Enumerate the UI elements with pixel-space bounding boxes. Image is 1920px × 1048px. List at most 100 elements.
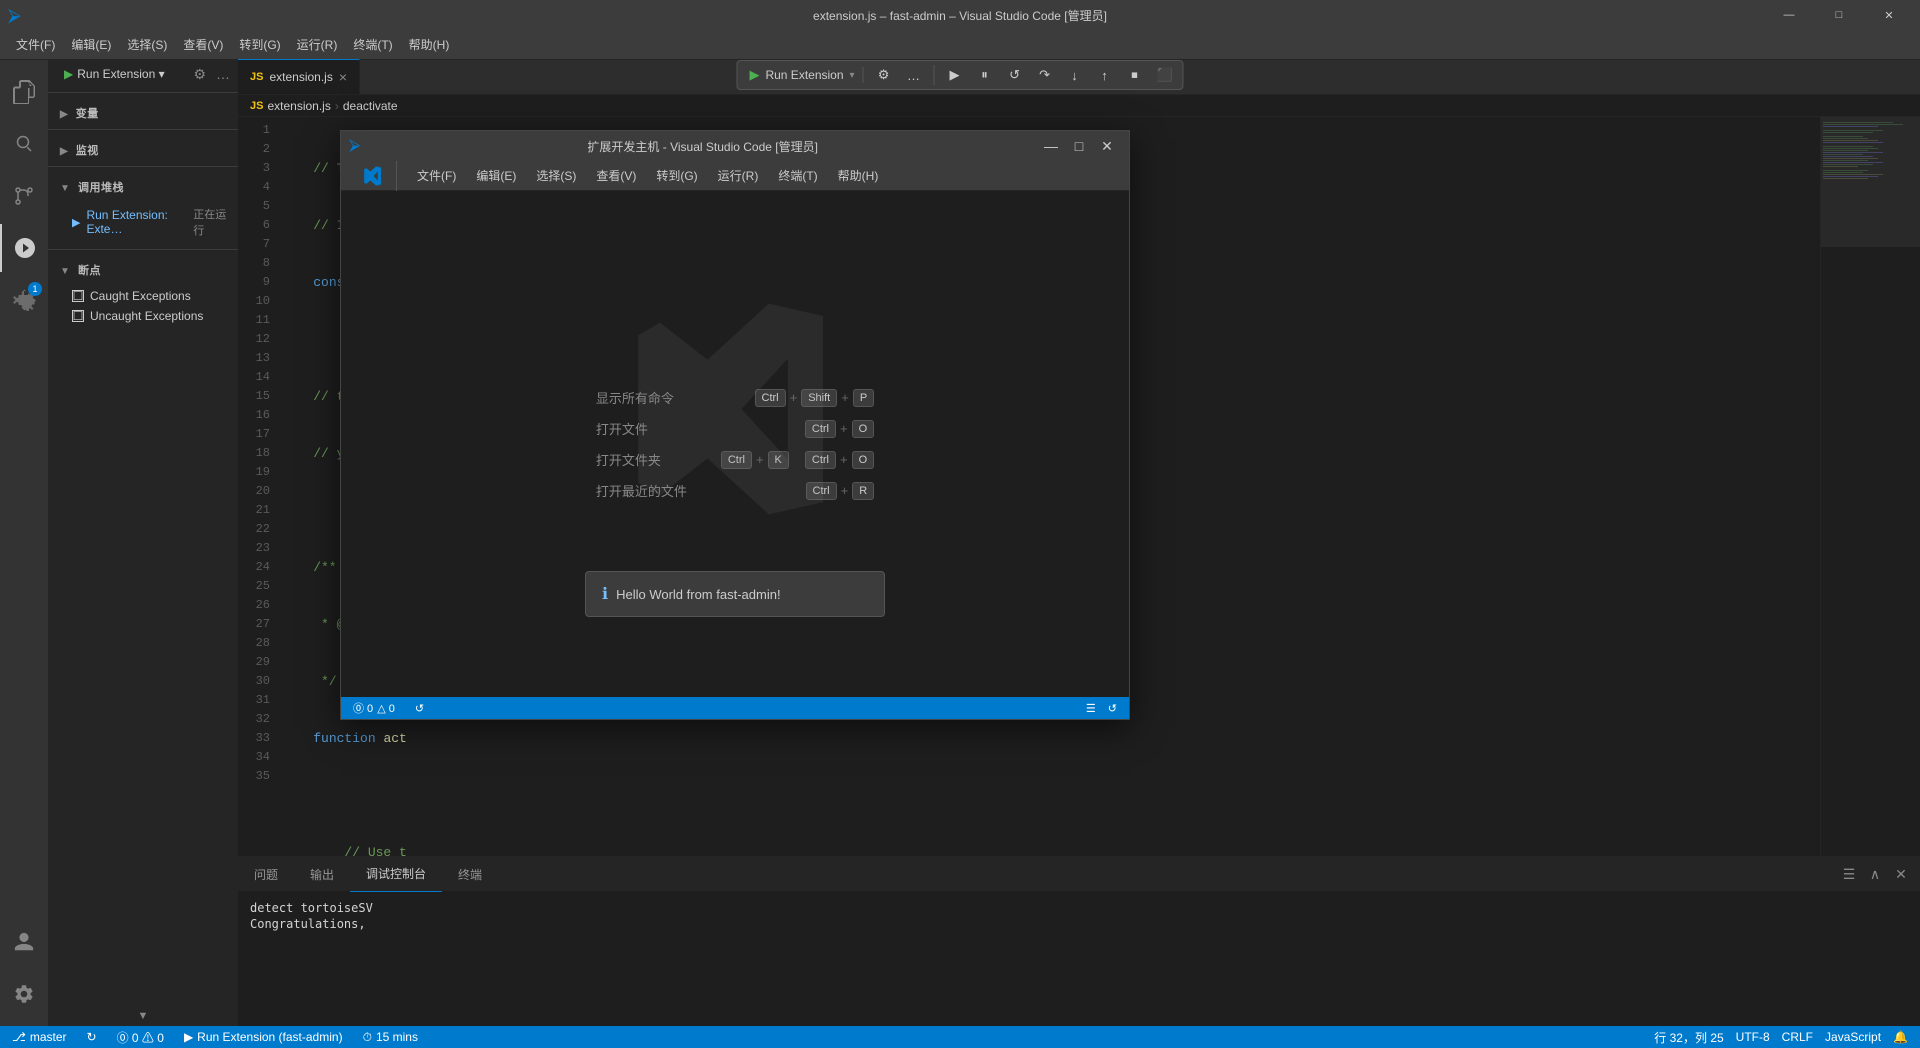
title-left: ⮚	[8, 5, 21, 26]
status-branch[interactable]: ⎇ master	[8, 1026, 71, 1048]
sidebar-scroll[interactable]: ▼	[48, 1006, 238, 1026]
time-label: 15 mins	[376, 1030, 418, 1044]
maximize-button[interactable]: □	[1816, 0, 1862, 30]
ext-warning-count: △ 0	[377, 702, 395, 715]
tab-close-button[interactable]: ×	[339, 69, 347, 85]
status-encoding[interactable]: UTF-8	[1732, 1026, 1774, 1048]
debug-continue-button[interactable]: ▶	[941, 63, 969, 87]
branch-name: master	[30, 1030, 67, 1044]
status-errors[interactable]: ⓪ 0 ⚠ 0	[113, 1026, 168, 1048]
divider-3	[48, 166, 238, 167]
activity-account[interactable]	[0, 918, 48, 966]
debug-stepover-button[interactable]: ↷	[1031, 63, 1059, 87]
menu-file[interactable]: 文件(F)	[8, 32, 63, 57]
error-count: ⓪ 0 ⚠ 0	[117, 1029, 164, 1046]
ext-dev-statusbar: ⓪ 0 △ 0 ↺ ☰ ↺	[341, 697, 1129, 719]
menu-run[interactable]: 运行(R)	[289, 32, 346, 57]
status-feedback[interactable]: 🔔	[1889, 1026, 1912, 1048]
ext-menu-edit[interactable]: 编辑(E)	[468, 163, 524, 188]
minimize-button[interactable]: —	[1766, 0, 1812, 30]
ext-refresh-btn2[interactable]: ↺	[1104, 697, 1121, 719]
callstack-item-1[interactable]: ▶ Run Extension: Exte… 正在运行	[48, 203, 238, 241]
status-run[interactable]: ▶ Run Extension (fast-admin)	[180, 1026, 347, 1048]
panel-tab-output[interactable]: 输出	[294, 857, 350, 892]
divider-2	[48, 129, 238, 130]
breadcrumb-symbol[interactable]: deactivate	[343, 99, 398, 113]
branch-icon: ⎇	[12, 1030, 26, 1044]
panel-close-btn[interactable]: ✕	[1890, 863, 1912, 885]
position-text: 行 32，列 25	[1654, 1029, 1723, 1046]
variables-label: 变量	[76, 108, 99, 120]
menu-select[interactable]: 选择(S)	[119, 32, 175, 57]
status-eol[interactable]: CRLF	[1778, 1026, 1817, 1048]
debug-stepout-button[interactable]: ↑	[1091, 63, 1119, 87]
ext-status-refresh[interactable]: ↺	[411, 697, 428, 719]
bp-caught-label: Caught Exceptions	[90, 289, 191, 303]
status-sync[interactable]: ↻	[83, 1026, 101, 1048]
debug-line-2: Congratulations,	[250, 916, 1908, 932]
panel-tab-debug[interactable]: 调试控制台	[350, 857, 442, 892]
ext-dev-title: 扩展开发主机 - Visual Studio Code [管理员]	[587, 138, 818, 155]
ext-menu-terminal[interactable]: 终端(T)	[770, 163, 825, 188]
close-button[interactable]: ✕	[1866, 0, 1912, 30]
panel-tab-terminal[interactable]: 终端	[442, 857, 498, 892]
debug-settings-button[interactable]: ⚙	[870, 63, 898, 87]
ext-filter-btn[interactable]: ☰	[1082, 697, 1100, 719]
breakpoints-label: 断点	[78, 265, 101, 277]
run-config-arrow[interactable]: ▾	[850, 70, 855, 81]
title-bar: ⮚ extension.js – fast-admin – Visual Stu…	[0, 0, 1920, 30]
debug-stepinto-button[interactable]: ↓	[1061, 63, 1089, 87]
bp-caught-check[interactable]: ☐	[72, 290, 84, 302]
tab-extension-js[interactable]: JS extension.js ×	[238, 59, 360, 94]
sidebar-settings-icon[interactable]: ⚙	[193, 66, 206, 83]
panel-tab-problems[interactable]: 问题	[238, 857, 294, 892]
kbd-o: O	[852, 420, 875, 438]
menu-goto[interactable]: 转到(G)	[231, 32, 288, 57]
panel-filter-btn[interactable]: ☰	[1838, 863, 1860, 885]
ext-menu-help[interactable]: 帮助(H)	[830, 163, 887, 188]
ext-dev-close[interactable]: ✕	[1093, 132, 1121, 160]
activity-files[interactable]	[0, 68, 48, 116]
status-time[interactable]: ⏱ 15 mins	[359, 1026, 422, 1048]
activity-search[interactable]	[0, 120, 48, 168]
bp-uncaught-check[interactable]: ☐	[72, 310, 84, 322]
debug-more-button[interactable]: …	[900, 63, 928, 87]
ext-menu-select[interactable]: 选择(S)	[528, 163, 584, 188]
ext-dev-activity-icon	[363, 166, 383, 186]
debug-stop-button[interactable]: ⏹	[1121, 63, 1149, 87]
activity-settings[interactable]	[0, 970, 48, 1018]
bottom-panel: 问题 输出 调试控制台 终端 ☰ ∧ ✕ detect tortoiseSV C…	[238, 856, 1920, 1026]
ext-menu-file[interactable]: 文件(F)	[409, 163, 464, 188]
activity-debug[interactable]	[0, 224, 48, 272]
status-language[interactable]: JavaScript	[1821, 1026, 1885, 1048]
ext-dev-menubar: 文件(F) 编辑(E) 选择(S) 查看(V) 转到(G) 运行(R) 终端(T…	[341, 161, 1129, 191]
ext-status-errors[interactable]: ⓪ 0 △ 0	[349, 697, 399, 719]
menu-edit[interactable]: 编辑(E)	[63, 32, 119, 57]
section-watch: ▶ 监视	[48, 134, 238, 162]
menu-help[interactable]: 帮助(H)	[401, 32, 458, 57]
debug-disconnect-button[interactable]: ⬛	[1151, 63, 1179, 87]
extensions-badge: 1	[28, 282, 42, 296]
ext-dev-minimize[interactable]: —	[1037, 132, 1065, 160]
status-position[interactable]: 行 32，列 25	[1650, 1026, 1727, 1048]
ext-dev-maximize[interactable]: □	[1065, 132, 1093, 160]
activity-extensions[interactable]: 1	[0, 276, 48, 324]
run-extension-button[interactable]: ▶	[749, 67, 759, 83]
sidebar-more-icon[interactable]: …	[216, 66, 230, 82]
breadcrumb-file[interactable]: extension.js	[267, 99, 330, 113]
ext-menu-view[interactable]: 查看(V)	[588, 163, 644, 188]
menu-view[interactable]: 查看(V)	[175, 32, 231, 57]
ext-menu-goto[interactable]: 转到(G)	[648, 163, 705, 188]
breadcrumb-js-icon: JS	[250, 100, 263, 112]
debug-restart-button[interactable]: ↺	[1001, 63, 1029, 87]
panel-up-btn[interactable]: ∧	[1864, 863, 1886, 885]
time-icon: ⏱	[363, 1030, 372, 1045]
callstack-status: 正在运行	[193, 206, 230, 238]
run-extension-dropdown[interactable]: ▶ Run Extension ▾	[56, 64, 173, 84]
activity-git[interactable]	[0, 172, 48, 220]
ext-status-right: ☰ ↺	[1082, 697, 1121, 719]
ext-error-count: ⓪ 0	[353, 700, 373, 716]
menu-terminal[interactable]: 终端(T)	[345, 32, 400, 57]
debug-pause-button[interactable]: ⏸	[971, 63, 999, 87]
ext-menu-run[interactable]: 运行(R)	[710, 163, 767, 188]
